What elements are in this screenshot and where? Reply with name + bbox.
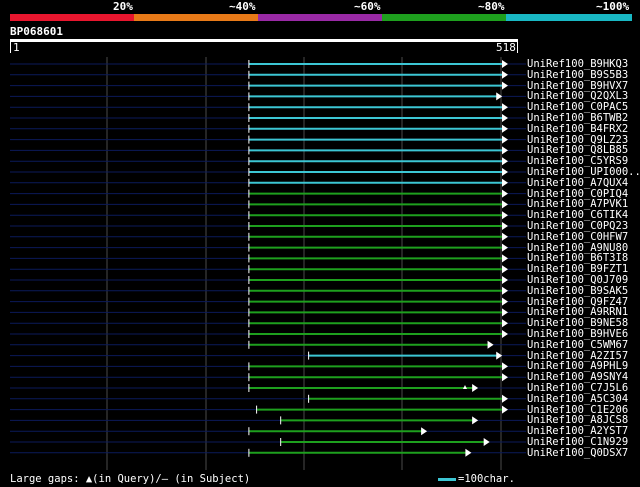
scale-legend-swatch xyxy=(438,478,456,481)
gaps-legend: Large gaps: ▲(in Query)/– (in Subject) xyxy=(10,473,251,485)
hit-list: UniRef100_B9HKQ3 UniRef100_B9S5B3 UniRef10… xyxy=(0,0,640,487)
scale-legend-text: =100char. xyxy=(458,473,515,485)
table-row[interactable]: UniRef100_Q0DSX7 xyxy=(0,447,640,459)
hit-label[interactable]: UniRef100_Q0DSX7 xyxy=(527,447,628,459)
